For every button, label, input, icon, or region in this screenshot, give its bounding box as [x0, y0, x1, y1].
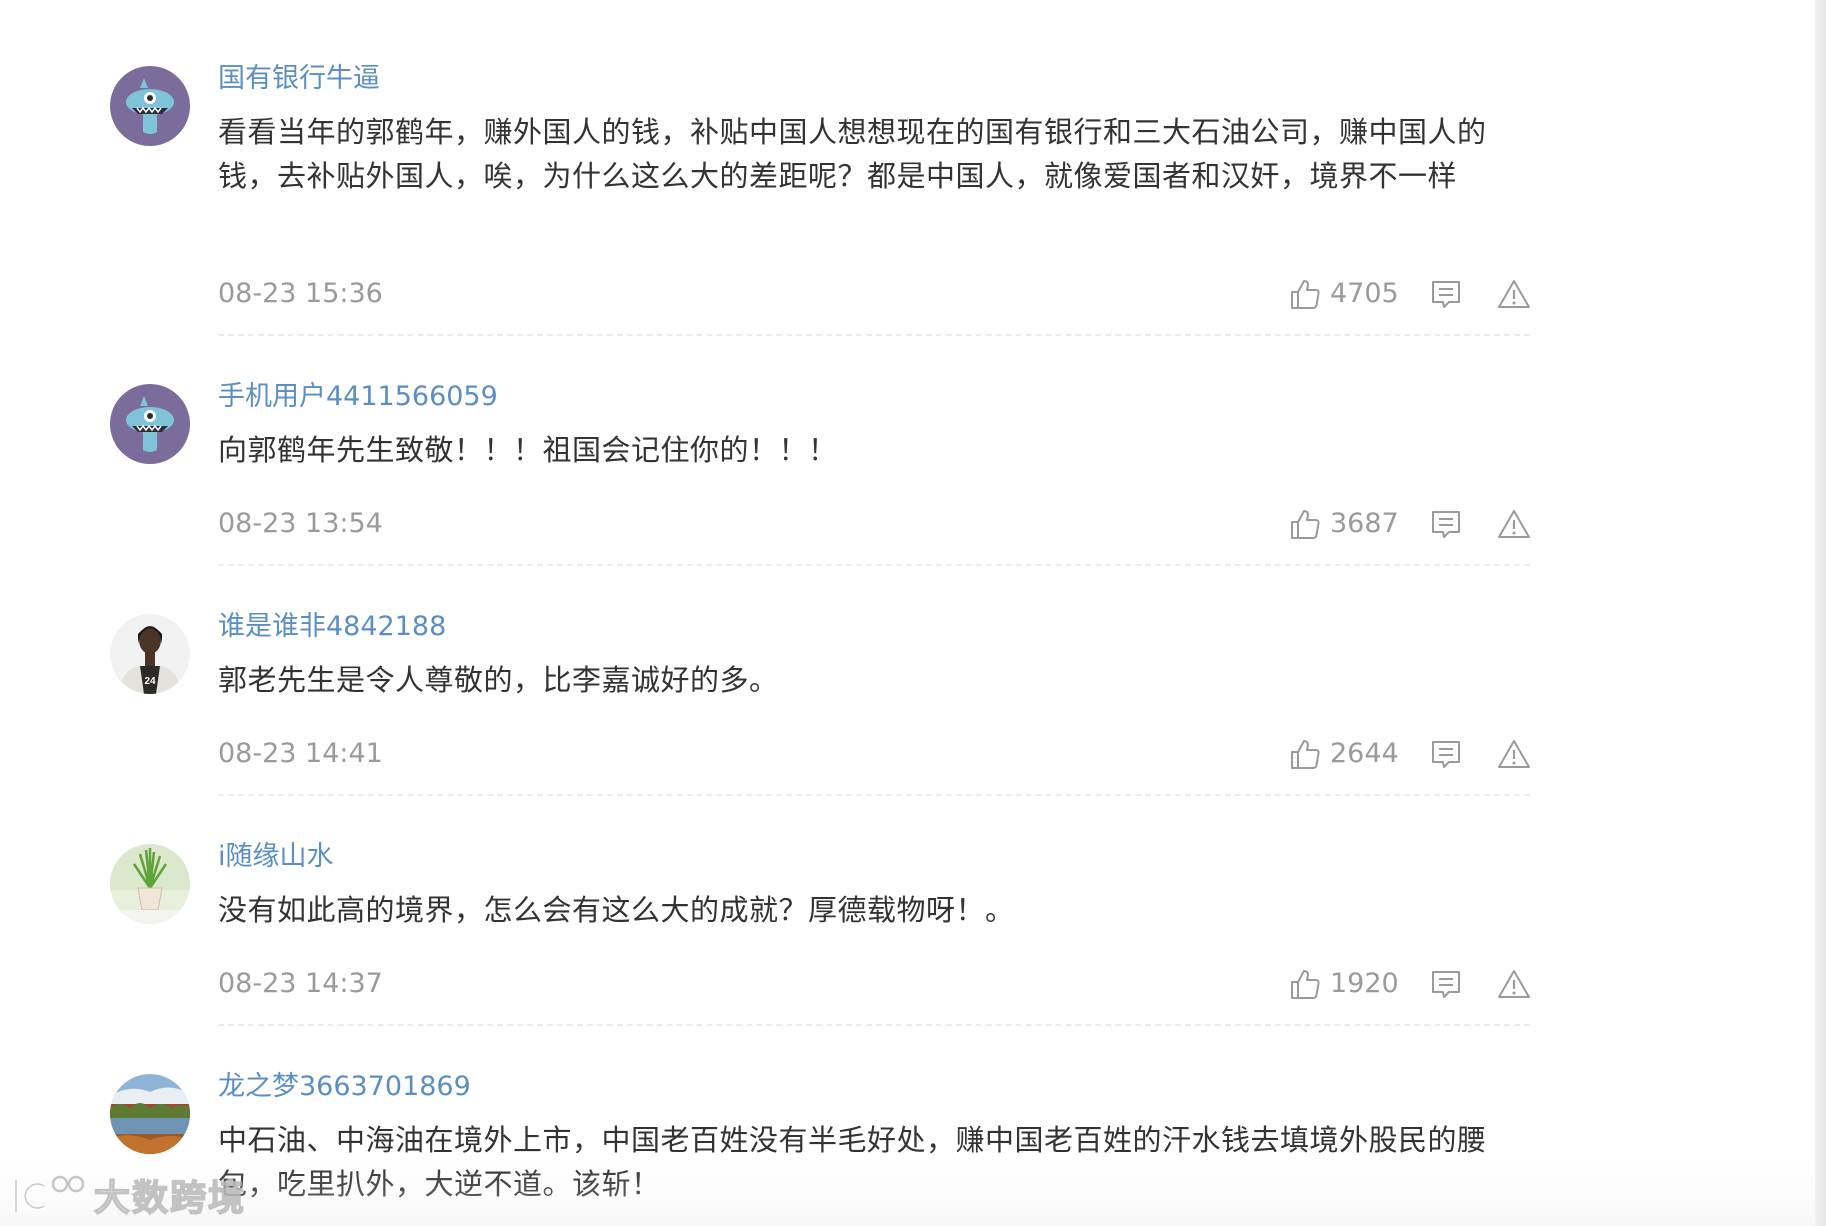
user-avatar[interactable]	[110, 1074, 190, 1154]
comment-icon	[1432, 511, 1460, 538]
comment-divider	[218, 794, 1530, 796]
like-count: 4705	[1330, 278, 1399, 309]
reply-button[interactable]	[1428, 276, 1464, 312]
monster-avatar-icon	[110, 66, 190, 146]
comment-time: 08-23 14:37	[218, 968, 383, 999]
comment-time: 08-23 14:41	[218, 738, 383, 769]
comment-icon	[1432, 281, 1460, 308]
warning-icon	[1498, 740, 1530, 768]
comment-divider	[218, 1024, 1530, 1026]
comment-actions: 4705	[1288, 274, 1538, 314]
kjds-logo-icon	[13, 1175, 85, 1212]
svg-text:24: 24	[144, 676, 156, 687]
landscape-avatar-icon	[110, 1074, 190, 1154]
warning-icon	[1498, 970, 1530, 998]
like-button[interactable]: 3687	[1288, 504, 1399, 544]
comment-divider	[218, 334, 1530, 336]
comment-icon	[1432, 741, 1460, 768]
report-button[interactable]	[1496, 736, 1532, 772]
thumbs-up-icon	[1291, 510, 1320, 539]
like-button[interactable]: 2644	[1288, 734, 1399, 774]
user-avatar[interactable]	[110, 384, 190, 464]
comment-text: 没有如此高的境界，怎么会有这么大的成就？厚德载物呀！。	[218, 893, 1015, 927]
reply-button[interactable]	[1428, 506, 1464, 542]
comment-list-page: 国有银行牛逼 看看当年的郭鹤年，赚外国人的钱，补贴中国人想想现在的国有银行和三大…	[0, 0, 1826, 1226]
user-avatar[interactable]: 24	[110, 614, 190, 694]
person-avatar-icon: 24	[110, 614, 190, 694]
comment-text: 看看当年的郭鹤年，赚外国人的钱，补贴中国人想想现在的国有银行和三大石油公司，赚中…	[218, 115, 1487, 193]
comment-username[interactable]: 谁是谁非4842188	[218, 610, 446, 644]
like-button[interactable]: 1920	[1288, 964, 1399, 1004]
like-button[interactable]: 4705	[1288, 274, 1399, 314]
comment-username[interactable]: 龙之梦3663701869	[218, 1070, 471, 1104]
watermark-text: 大数跨境	[93, 1177, 247, 1220]
comment-actions: 1920	[1288, 964, 1538, 1004]
like-count: 1920	[1330, 968, 1399, 999]
comment-time: 08-23 15:36	[218, 278, 383, 309]
comment-actions: 2644	[1288, 734, 1538, 774]
report-button[interactable]	[1496, 276, 1532, 312]
thumbs-up-icon	[1291, 970, 1320, 999]
user-avatar[interactable]	[110, 66, 190, 146]
warning-icon	[1498, 280, 1530, 308]
like-count: 3687	[1330, 508, 1399, 539]
comment-text: 中石油、中海油在境外上市，中国老百姓没有半毛好处，赚中国老百姓的汗水钱去填境外股…	[218, 1123, 1487, 1201]
monster-avatar-icon	[110, 384, 190, 464]
comment-icon	[1432, 971, 1460, 998]
user-avatar[interactable]	[110, 844, 190, 924]
comment-time: 08-23 13:54	[218, 508, 383, 539]
plant-avatar-icon	[110, 844, 190, 924]
reply-button[interactable]	[1428, 736, 1464, 772]
page-edge-shadow	[1815, 0, 1826, 1226]
comment-text: 向郭鹤年先生致敬！！！祖国会记住你的！！！	[218, 433, 838, 467]
comment-username[interactable]: 国有银行牛逼	[218, 62, 380, 96]
like-count: 2644	[1330, 738, 1399, 769]
watermark: 大数跨境	[10, 1170, 246, 1220]
comment-username[interactable]: 手机用户4411566059	[218, 380, 498, 414]
reply-button[interactable]	[1428, 966, 1464, 1002]
comment-actions: 3687	[1288, 504, 1538, 544]
thumbs-up-icon	[1291, 740, 1320, 769]
comment-text: 郭老先生是令人尊敬的，比李嘉诚好的多。	[218, 663, 779, 697]
report-button[interactable]	[1496, 506, 1532, 542]
warning-icon	[1498, 510, 1530, 538]
comment-username[interactable]: i随缘山水	[218, 840, 334, 874]
thumbs-up-icon	[1291, 280, 1320, 309]
comment-divider	[218, 564, 1530, 566]
report-button[interactable]	[1496, 966, 1532, 1002]
